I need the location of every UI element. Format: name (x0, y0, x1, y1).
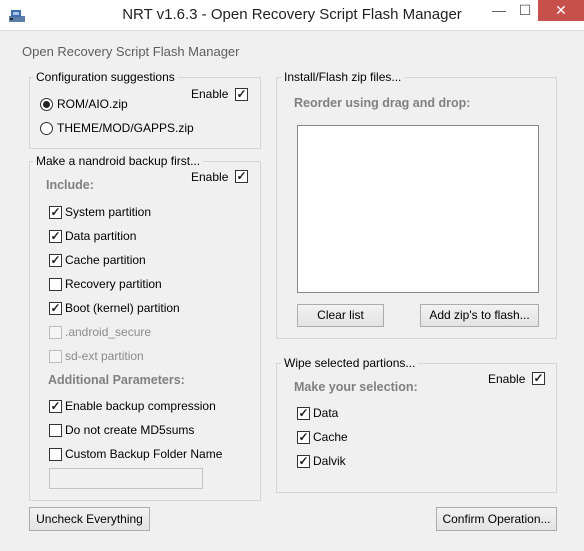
header-label: Open Recovery Script Flash Manager (22, 44, 240, 59)
no-md5sums-label[interactable]: Do not create MD5sums (65, 423, 194, 437)
wipe-dalvik-label[interactable]: Dalvik (313, 454, 346, 468)
maximize-icon: ☐ (518, 2, 532, 18)
reorder-label: Reorder using drag and drop: (294, 96, 471, 110)
radio-dot-icon (43, 101, 50, 108)
maximize-button[interactable]: ☐ (512, 0, 538, 21)
boot-partition-checkbox[interactable]: ✓ (49, 302, 62, 315)
data-partition-checkbox[interactable]: ✓ (49, 230, 62, 243)
zip-file-list[interactable] (297, 125, 539, 293)
minimize-button[interactable]: — (486, 0, 512, 21)
wipe-enable-checkbox[interactable]: ✓ (532, 372, 545, 385)
wipe-data-checkbox[interactable]: ✓ (297, 407, 310, 420)
check-icon: ✓ (236, 87, 247, 101)
make-selection-label: Make your selection: (294, 380, 418, 394)
close-button[interactable]: ✕ (538, 0, 584, 21)
additional-parameters-label: Additional Parameters: (48, 373, 185, 387)
data-partition-label[interactable]: Data partition (65, 229, 136, 243)
check-icon: ✓ (298, 406, 309, 420)
recovery-partition-label[interactable]: Recovery partition (65, 277, 162, 291)
cache-partition-label[interactable]: Cache partition (65, 253, 146, 267)
wipe-cache-label[interactable]: Cache (313, 430, 348, 444)
custom-folder-name-label[interactable]: Custom Backup Folder Name (65, 447, 222, 461)
check-icon: ✓ (533, 371, 544, 385)
theme-mod-gapps-radio[interactable] (40, 122, 53, 135)
backup-compression-label[interactable]: Enable backup compression (65, 399, 216, 413)
include-label: Include: (46, 178, 94, 192)
add-zips-button[interactable]: Add zip's to flash... (420, 304, 539, 327)
check-icon: ✓ (50, 229, 61, 243)
uncheck-everything-button[interactable]: Uncheck Everything (29, 507, 150, 531)
sd-ext-partition-label: sd-ext partition (65, 349, 144, 363)
check-icon: ✓ (236, 169, 247, 183)
check-icon: ✓ (298, 430, 309, 444)
wipe-dalvik-checkbox[interactable]: ✓ (297, 455, 310, 468)
close-icon: ✕ (555, 2, 567, 18)
recovery-partition-checkbox[interactable] (49, 278, 62, 291)
config-enable-label: Enable (191, 87, 229, 101)
theme-mod-gapps-label[interactable]: THEME/MOD/GAPPS.zip (57, 121, 194, 135)
backup-enable-checkbox[interactable]: ✓ (235, 170, 248, 183)
backup-group-title: Make a nandroid backup first... (33, 154, 204, 168)
check-icon: ✓ (50, 205, 61, 219)
minimize-icon: — (492, 2, 506, 18)
config-group-title: Configuration suggestions (33, 70, 178, 84)
backup-compression-checkbox[interactable]: ✓ (49, 400, 62, 413)
cache-partition-checkbox[interactable]: ✓ (49, 254, 62, 267)
android-secure-checkbox (49, 326, 62, 339)
sd-ext-partition-checkbox (49, 350, 62, 363)
check-icon: ✓ (298, 454, 309, 468)
config-enable-checkbox[interactable]: ✓ (235, 88, 248, 101)
system-partition-checkbox[interactable]: ✓ (49, 206, 62, 219)
backup-enable-label: Enable (191, 170, 229, 184)
confirm-operation-button[interactable]: Confirm Operation... (436, 507, 557, 531)
backup-folder-name-input[interactable] (49, 468, 203, 489)
wipe-data-label[interactable]: Data (313, 406, 338, 420)
system-partition-label[interactable]: System partition (65, 205, 151, 219)
rom-aio-radio[interactable] (40, 98, 53, 111)
wipe-group-title: Wipe selected partions... (281, 356, 419, 370)
clear-list-button[interactable]: Clear list (297, 304, 384, 327)
check-icon: ✓ (50, 301, 61, 315)
no-md5sums-checkbox[interactable] (49, 424, 62, 437)
install-group-title: Install/Flash zip files... (281, 70, 405, 84)
wipe-enable-label: Enable (488, 372, 526, 386)
custom-folder-name-checkbox[interactable] (49, 448, 62, 461)
check-icon: ✓ (50, 253, 61, 267)
check-icon: ✓ (50, 399, 61, 413)
boot-partition-label[interactable]: Boot (kernel) partition (65, 301, 180, 315)
android-secure-label: .android_secure (65, 325, 152, 339)
rom-aio-label[interactable]: ROM/AIO.zip (57, 97, 128, 111)
wipe-cache-checkbox[interactable]: ✓ (297, 431, 310, 444)
